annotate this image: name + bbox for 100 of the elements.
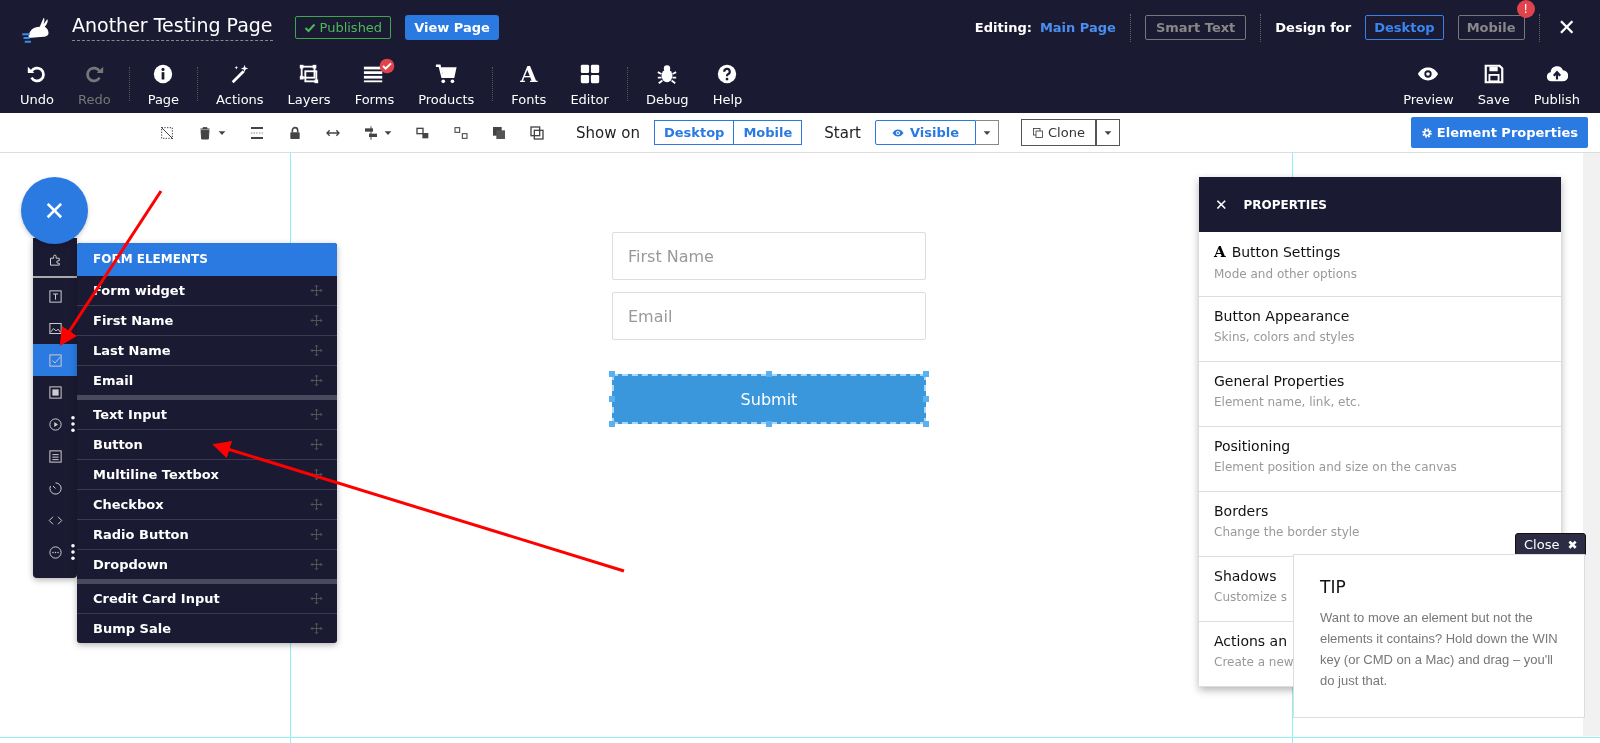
item-title: Button Settings [1231, 244, 1341, 260]
menu-item[interactable]: Radio Button [77, 520, 337, 550]
device-toggle[interactable]: Mobile [1457, 15, 1525, 40]
timer-icon [47, 480, 63, 496]
move-icon [310, 592, 323, 605]
view-page-button[interactable]: View Page [405, 15, 499, 40]
smart-text-button[interactable]: Smart Text [1144, 15, 1247, 40]
page-title[interactable]: Another Testing Page [72, 14, 273, 41]
dropdown-toggle[interactable] [1095, 119, 1120, 146]
vertical-dots-icon [71, 415, 75, 433]
toolbar-button[interactable]: Editor [558, 61, 621, 107]
start-label: Start [824, 123, 861, 142]
toolbar-button[interactable]: Products [406, 61, 487, 107]
close-button[interactable]: ✕ [1553, 15, 1580, 40]
properties-item[interactable]: Button Appearance Skins, colors and styles [1199, 297, 1561, 362]
vertical-dots-icon [71, 543, 75, 561]
menu-item[interactable]: Checkbox [77, 490, 337, 520]
input-field[interactable]: Email [612, 292, 926, 340]
resize-handle[interactable] [609, 396, 615, 402]
item-subtitle: Customize s [1214, 590, 1288, 604]
trash-icon [197, 124, 213, 141]
move-icon [310, 344, 323, 357]
copy-icon [1032, 126, 1044, 139]
toolbar-button[interactable]: Debug [633, 61, 701, 107]
toolbar-button[interactable]: Actions [204, 61, 276, 107]
menu-item[interactable]: Dropdown [77, 550, 337, 579]
dropdown-toggle[interactable] [976, 120, 999, 145]
bug-icon [656, 62, 679, 85]
item-subtitle: Skins, colors and styles [1214, 330, 1355, 344]
device-toggle[interactable]: Mobile [734, 120, 803, 145]
panel-title: PROPERTIES [1243, 197, 1327, 212]
toolbar-button[interactable]: Publish [1521, 61, 1592, 107]
help-icon [716, 62, 739, 85]
move-icon [310, 408, 323, 421]
check-badge-icon [379, 57, 396, 74]
font-icon: A [1214, 243, 1226, 261]
show-on-label: Show on [576, 123, 640, 142]
item-subtitle: Element name, link, etc. [1214, 395, 1361, 409]
toolbar-button[interactable]: Preview [1391, 61, 1466, 107]
item-subtitle: Mode and other options [1214, 267, 1357, 281]
close-button[interactable]: ✕ [1215, 195, 1228, 214]
square-icon [47, 384, 63, 400]
menu-item[interactable]: First Name [77, 306, 337, 336]
element-properties-button[interactable]: Element Properties [1410, 117, 1588, 148]
item-title: General Properties [1214, 373, 1345, 389]
form-icon [47, 448, 63, 464]
toolbar-button[interactable]: Layers [275, 61, 343, 107]
scrollbar[interactable] [1583, 153, 1600, 736]
bring-forward-icon [491, 124, 507, 141]
toolbar-button[interactable]: Page [135, 61, 192, 107]
clone-button[interactable]: Clone [1021, 119, 1096, 146]
visibility-button[interactable]: Visible [874, 120, 976, 145]
menu-item[interactable]: Text Input [77, 400, 337, 430]
close-fab-button[interactable]: ✕ [21, 177, 88, 244]
toolbar-button[interactable]: A Fonts [499, 61, 559, 107]
menu-item[interactable]: Button [77, 430, 337, 460]
properties-item[interactable]: Positioning Element position and size on the canvas [1199, 427, 1561, 492]
resize-handle[interactable] [766, 371, 772, 377]
item-subtitle: Element position and size on the canvas [1214, 460, 1457, 474]
row-icon [249, 124, 265, 141]
move-icon [310, 438, 323, 451]
move-icon [310, 314, 323, 327]
move-icon [310, 468, 323, 481]
gear-icon [1420, 126, 1433, 139]
toolbar-button[interactable]: Forms [342, 61, 407, 107]
properties-item[interactable]: General Properties Element name, link, etc. [1199, 362, 1561, 427]
menu-item[interactable]: Email [77, 366, 337, 395]
text-box-icon [47, 288, 63, 304]
close-button[interactable]: Close ✖ [1515, 533, 1587, 556]
move-icon [310, 284, 323, 297]
item-subtitle: Create a new [1214, 655, 1294, 669]
menu-item[interactable]: Bump Sale [77, 614, 337, 643]
input-field[interactable]: First Name [612, 232, 926, 280]
properties-item[interactable]: A Button Settings Mode and other options [1199, 232, 1561, 297]
font-icon: A [520, 61, 538, 86]
lock-icon [287, 124, 303, 141]
play-icon [47, 416, 63, 432]
toolbar-button[interactable]: Undo [8, 61, 66, 107]
design-for-label: Design for [1275, 20, 1352, 35]
item-title: Button Appearance [1214, 308, 1350, 324]
page-link[interactable]: Main Page [1039, 20, 1116, 35]
resize-handle[interactable] [923, 421, 929, 427]
resize-handle[interactable] [923, 371, 929, 377]
resize-handle[interactable] [923, 396, 929, 402]
device-toggle[interactable]: Desktop [1365, 15, 1444, 40]
resize-handle[interactable] [609, 371, 615, 377]
resize-handle[interactable] [766, 421, 772, 427]
menu-item[interactable]: Credit Card Input [77, 584, 337, 614]
item-title: Actions an [1214, 633, 1288, 649]
resize-handle[interactable] [609, 421, 615, 427]
menu-item[interactable]: Multiline Textbox [77, 460, 337, 490]
checkbox-icon [47, 352, 63, 368]
device-toggle[interactable]: Desktop [653, 120, 735, 145]
tip-title: TIP [1320, 577, 1347, 597]
move-icon [310, 498, 323, 511]
info-icon [152, 62, 175, 85]
toolbar-button[interactable]: Save [1465, 61, 1522, 107]
toolbar-button[interactable]: Help [700, 61, 755, 107]
menu-item[interactable]: Last Name [77, 336, 337, 366]
deselect-icon [159, 124, 175, 141]
